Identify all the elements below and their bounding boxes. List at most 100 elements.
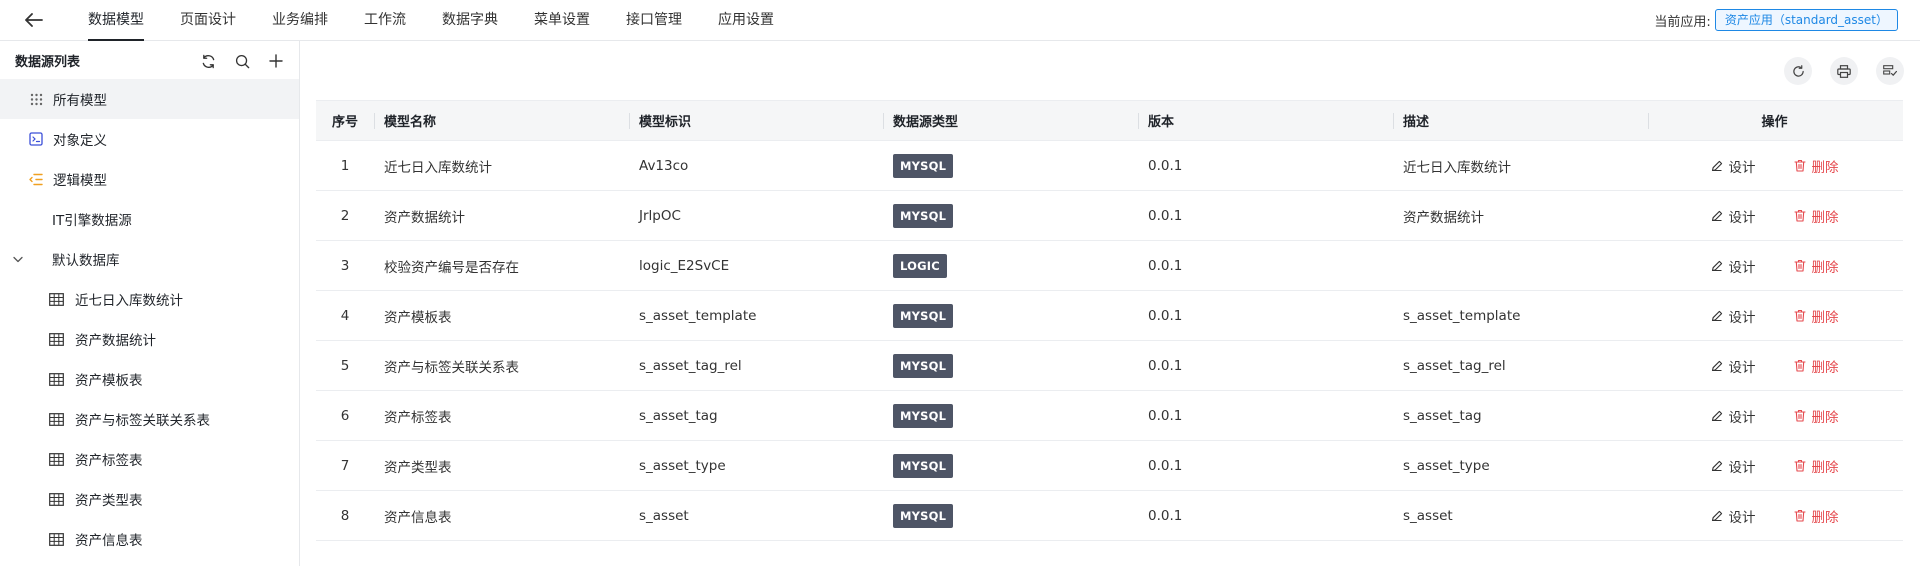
sidebar-tools	[197, 50, 287, 72]
tree-item-table[interactable]: 近七日入库数统计	[0, 279, 299, 319]
tab-app-settings[interactable]: 应用设置	[718, 0, 774, 41]
tab-data-dictionary[interactable]: 数据字典	[442, 0, 498, 41]
tree-item-table[interactable]: 资产标签表	[0, 439, 299, 479]
header-version: 版本	[1138, 101, 1393, 140]
current-app-selector[interactable]: 资产应用（standard_asset）	[1714, 9, 1898, 31]
design-button[interactable]: 设计	[1711, 406, 1756, 426]
cell-no: 2	[340, 207, 350, 224]
datasource-sidebar: 数据源列表 所有模型 对象定义 逻辑模型 IT引擎数据源 默认数据库 近七日入库…	[0, 41, 300, 566]
model-table: 序号 模型名称 模型标识 数据源类型 版本 描述 操作 1 近七日入库数统计 Av1…	[316, 100, 1903, 541]
top-bar: 数据模型 页面设计 业务编排 工作流 数据字典 菜单设置 接口管理 应用设置 当…	[0, 0, 1920, 41]
cell-operations: 设计 删除	[1648, 491, 1901, 540]
header-model-name: 模型名称	[374, 101, 629, 140]
print-icon[interactable]	[1830, 57, 1858, 85]
cell-datasource-type: MYSQL	[883, 391, 1138, 440]
edit-icon	[1711, 310, 1722, 321]
design-button[interactable]: 设计	[1711, 156, 1756, 176]
add-icon[interactable]	[265, 50, 287, 72]
cell-model-name: 资产信息表	[384, 509, 452, 526]
cell-description: 近七日入库数统计	[1403, 159, 1511, 176]
cell-model-name: 资产与标签关联关系表	[384, 359, 519, 376]
cell-version: 0.0.1	[1148, 357, 1183, 374]
tree-item-table[interactable]: 资产与标签关联关系表	[0, 399, 299, 439]
cell-model-name: 近七日入库数统计	[384, 159, 492, 176]
search-icon[interactable]	[231, 50, 253, 72]
tab-business-orchestration[interactable]: 业务编排	[272, 0, 328, 41]
design-button[interactable]: 设计	[1711, 356, 1756, 376]
back-arrow-icon[interactable]	[22, 9, 46, 31]
design-label: 设计	[1728, 209, 1756, 226]
cell-version: 0.0.1	[1148, 457, 1183, 474]
main-nav: 数据模型 页面设计 业务编排 工作流 数据字典 菜单设置 接口管理 应用设置	[70, 0, 792, 41]
tab-data-model[interactable]: 数据模型	[88, 0, 144, 41]
tree-item-label: 资产标签表	[75, 453, 143, 469]
refresh-icon[interactable]	[197, 50, 219, 72]
delete-button[interactable]: 删除	[1793, 456, 1839, 476]
cell-datasource-type: MYSQL	[883, 191, 1138, 240]
table-row: 7 资产类型表 s_asset_type MYSQL 0.0.1 s_asset_type…	[316, 441, 1903, 491]
datasource-type-badge: LOGIC	[893, 253, 947, 278]
delete-button[interactable]: 删除	[1793, 256, 1839, 276]
trash-icon	[1793, 509, 1806, 522]
tab-page-design[interactable]: 页面设计	[180, 0, 236, 41]
tree-item-default-database[interactable]: 默认数据库	[0, 239, 299, 279]
tree-item-table[interactable]: 资产模板表	[0, 359, 299, 399]
delete-button[interactable]: 删除	[1793, 306, 1839, 326]
cell-description: s_asset	[1403, 507, 1453, 524]
design-button[interactable]: 设计	[1711, 206, 1756, 226]
trash-icon	[1793, 409, 1806, 422]
sidebar-header: 数据源列表	[0, 41, 299, 79]
design-label: 设计	[1728, 309, 1756, 326]
tree-item-all-models[interactable]: 所有模型	[0, 79, 299, 119]
table-icon	[48, 531, 64, 547]
edit-icon	[1711, 460, 1722, 471]
delete-label: 删除	[1811, 409, 1839, 426]
delete-button[interactable]: 删除	[1793, 206, 1839, 226]
cell-model-id: logic_E2SvCE	[639, 257, 730, 274]
delete-button[interactable]: 删除	[1793, 506, 1839, 526]
edit-icon	[1711, 360, 1722, 371]
chevron-down-icon[interactable]	[10, 251, 26, 267]
delete-label: 删除	[1811, 259, 1839, 276]
datasource-type-badge: MYSQL	[893, 353, 954, 378]
edit-icon	[1711, 160, 1722, 171]
table-icon	[48, 331, 64, 347]
header-description: 描述	[1393, 101, 1648, 140]
refresh-icon[interactable]	[1784, 57, 1812, 85]
tree-item-logic-model[interactable]: 逻辑模型	[0, 159, 299, 199]
design-button[interactable]: 设计	[1711, 306, 1756, 326]
delete-button[interactable]: 删除	[1793, 406, 1839, 426]
tab-workflow[interactable]: 工作流	[364, 0, 406, 41]
table-icon	[48, 491, 64, 507]
tree-item-table[interactable]: 资产信息表	[0, 519, 299, 559]
datasource-type-badge: MYSQL	[893, 403, 954, 428]
tree-item-it-engine-datasource[interactable]: IT引擎数据源	[0, 199, 299, 239]
tab-menu-settings[interactable]: 菜单设置	[534, 0, 590, 41]
tree-item-table[interactable]: 资产类型表	[0, 479, 299, 519]
tree-item-object-definition[interactable]: 对象定义	[0, 119, 299, 159]
cell-version: 0.0.1	[1148, 507, 1183, 524]
cell-datasource-type: MYSQL	[883, 141, 1138, 190]
header-no: 序号	[331, 115, 358, 130]
table-row: 2 资产数据统计 JrlpOC MYSQL 0.0.1 资产数据统计 设计 删除	[316, 191, 1903, 241]
table-row: 3 校验资产编号是否存在 logic_E2SvCE LOGIC 0.0.1 设计 删除	[316, 241, 1903, 291]
cell-datasource-type: MYSQL	[883, 341, 1138, 390]
cell-version: 0.0.1	[1148, 257, 1183, 274]
design-button[interactable]: 设计	[1711, 506, 1756, 526]
cell-model-name: 校验资产编号是否存在	[384, 259, 519, 276]
cell-no: 5	[340, 357, 350, 374]
cell-model-id: Av13co	[639, 157, 689, 174]
design-label: 设计	[1728, 409, 1756, 426]
tab-api-management[interactable]: 接口管理	[626, 0, 682, 41]
tree-item-table[interactable]: 资产数据统计	[0, 319, 299, 359]
design-button[interactable]: 设计	[1711, 256, 1756, 276]
header-operations: 操作	[1648, 101, 1901, 140]
column-settings-icon[interactable]	[1876, 57, 1904, 85]
trash-icon	[1793, 359, 1806, 372]
design-label: 设计	[1728, 359, 1756, 376]
delete-button[interactable]: 删除	[1793, 156, 1839, 176]
delete-button[interactable]: 删除	[1793, 356, 1839, 376]
current-app-label: 当前应用:	[1654, 14, 1711, 30]
design-button[interactable]: 设计	[1711, 456, 1756, 476]
table-row: 6 资产标签表 s_asset_tag MYSQL 0.0.1 s_asset_tag 设计…	[316, 391, 1903, 441]
